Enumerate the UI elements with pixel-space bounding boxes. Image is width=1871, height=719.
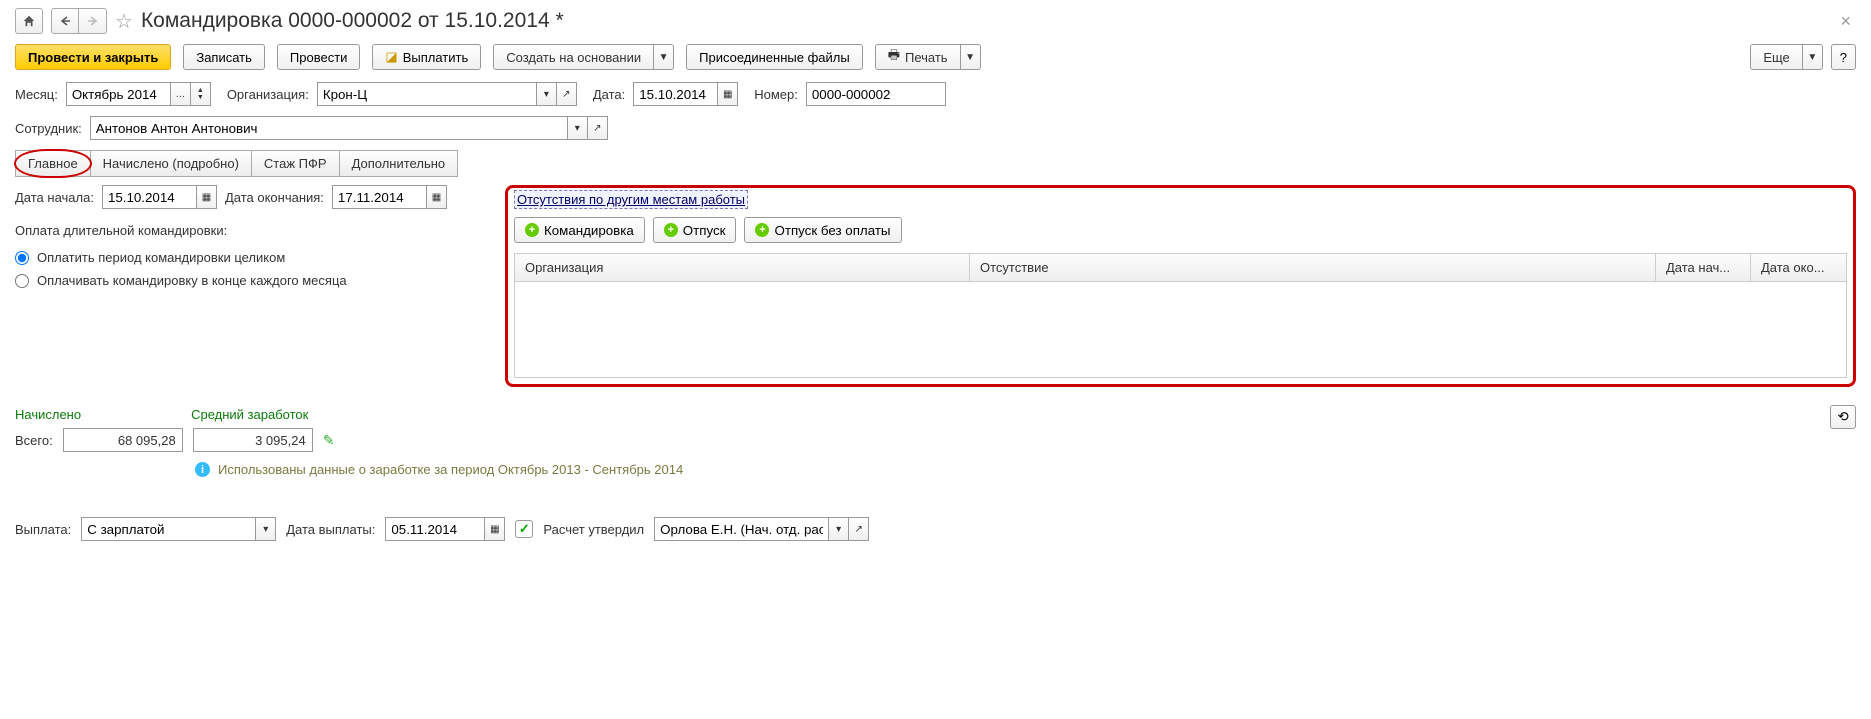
payment-radio-group: Оплатить период командировки целиком Опл…: [15, 250, 490, 288]
open-icon[interactable]: ↗: [588, 116, 608, 140]
table-body[interactable]: [515, 282, 1846, 377]
attachments-button[interactable]: Присоединенные файлы: [686, 44, 863, 70]
other-absences-panel: Отсутствия по другим местам работы + Ком…: [505, 185, 1856, 387]
calendar-icon[interactable]: ▦: [427, 185, 447, 209]
approved-label: Расчет утвердил: [543, 522, 644, 537]
header-row-2: Сотрудник: ▾ ↗: [15, 116, 1856, 140]
col-start: Дата нач...: [1656, 254, 1751, 281]
plus-icon: +: [755, 223, 769, 237]
ellipsis-icon[interactable]: …: [171, 82, 191, 106]
payout-date-label: Дата выплаты:: [286, 522, 375, 537]
date-input[interactable]: [633, 82, 718, 106]
end-date-label: Дата окончания:: [225, 190, 324, 205]
tab-main[interactable]: Главное: [15, 150, 91, 177]
add-vacation-button[interactable]: + Отпуск: [653, 217, 737, 243]
tab-extra[interactable]: Дополнительно: [340, 150, 459, 177]
refresh-icon: ⟲: [1837, 409, 1848, 425]
close-icon[interactable]: ×: [1840, 11, 1856, 32]
pay-icon: ◪: [385, 49, 397, 65]
command-bar: Провести и закрыть Записать Провести ◪ В…: [15, 44, 1856, 70]
month-label: Месяц:: [15, 87, 58, 102]
approver-input[interactable]: [654, 517, 829, 541]
save-button[interactable]: Записать: [183, 44, 265, 70]
tab-pension[interactable]: Стаж ПФР: [252, 150, 340, 177]
employee-label: Сотрудник:: [15, 121, 82, 136]
info-text: Использованы данные о заработке за перио…: [218, 462, 683, 477]
long-trip-label: Оплата длительной командировки:: [15, 223, 490, 238]
spinner-icon[interactable]: ▲▼: [191, 82, 211, 106]
title-bar: ☆ Командировка 0000-000002 от 15.10.2014…: [15, 8, 1856, 34]
tab-bar: Главное Начислено (подробно) Стаж ПФР До…: [15, 150, 1856, 177]
add-trip-button[interactable]: + Командировка: [514, 217, 645, 243]
col-absence: Отсутствие: [970, 254, 1656, 281]
calendar-icon[interactable]: ▦: [718, 82, 738, 106]
header-row-1: Месяц: … ▲▼ Организация: ▾ ↗ Дата: ▦ Ном…: [15, 82, 1856, 106]
radio-pay-whole[interactable]: Оплатить период командировки целиком: [15, 250, 490, 265]
end-date-input[interactable]: [332, 185, 427, 209]
more-button[interactable]: Еще ▼: [1750, 44, 1822, 70]
plus-icon: +: [525, 223, 539, 237]
refresh-button[interactable]: ⟲: [1830, 405, 1856, 429]
avg-value: 3 095,24: [193, 428, 313, 452]
org-input[interactable]: [317, 82, 537, 106]
pay-button[interactable]: ◪ Выплатить: [372, 44, 481, 70]
number-label: Номер:: [754, 87, 798, 102]
home-icon: [22, 14, 36, 28]
open-icon[interactable]: ↗: [557, 82, 577, 106]
date-label: Дата:: [593, 87, 625, 102]
forward-button[interactable]: [79, 8, 107, 34]
approved-checkbox[interactable]: ✓: [515, 520, 533, 538]
total-value: 68 095,28: [63, 428, 183, 452]
printer-icon: 🖶: [888, 46, 900, 68]
add-unpaid-button[interactable]: + Отпуск без оплаты: [744, 217, 901, 243]
back-button[interactable]: [51, 8, 79, 34]
employee-input[interactable]: [90, 116, 568, 140]
col-end: Дата око...: [1751, 254, 1846, 281]
chevron-down-icon[interactable]: ▾: [256, 517, 276, 541]
payout-input[interactable]: [81, 517, 256, 541]
chevron-down-icon[interactable]: ▼: [961, 44, 981, 70]
chevron-down-icon[interactable]: ▾: [568, 116, 588, 140]
col-org: Организация: [515, 254, 970, 281]
start-date-label: Дата начала:: [15, 190, 94, 205]
print-button[interactable]: 🖶 Печать ▼: [875, 44, 981, 70]
arrow-left-icon: [59, 15, 71, 27]
create-based-on-button[interactable]: Создать на основании ▼: [493, 44, 674, 70]
chevron-down-icon[interactable]: ▾: [537, 82, 557, 106]
other-absences-link[interactable]: Отсутствия по другим местам работы: [514, 190, 748, 209]
avg-header: Средний заработок: [191, 407, 308, 422]
number-input[interactable]: [806, 82, 946, 106]
help-button[interactable]: ?: [1831, 44, 1856, 70]
open-icon[interactable]: ↗: [849, 517, 869, 541]
post-and-close-button[interactable]: Провести и закрыть: [15, 44, 171, 70]
start-date-input[interactable]: [102, 185, 197, 209]
plus-icon: +: [664, 223, 678, 237]
home-button[interactable]: [15, 8, 43, 34]
month-input[interactable]: [66, 82, 171, 106]
chevron-down-icon[interactable]: ▼: [654, 44, 674, 70]
accrued-header: Начислено: [15, 407, 81, 422]
absences-table: Организация Отсутствие Дата нач... Дата …: [514, 253, 1847, 378]
radio-pay-monthly[interactable]: Оплачивать командировку в конце каждого …: [15, 273, 490, 288]
star-icon[interactable]: ☆: [115, 9, 133, 34]
chevron-down-icon[interactable]: ▼: [1803, 44, 1823, 70]
post-button[interactable]: Провести: [277, 44, 361, 70]
total-label: Всего:: [15, 433, 53, 448]
info-icon: i: [195, 462, 210, 477]
tab-accrued[interactable]: Начислено (подробно): [91, 150, 252, 177]
payout-date-input[interactable]: [385, 517, 485, 541]
payout-label: Выплата:: [15, 522, 71, 537]
page-title: Командировка 0000-000002 от 15.10.2014 *: [141, 9, 564, 33]
left-column: Дата начала: ▦ Дата окончания: ▦ Оплата …: [15, 185, 490, 296]
pencil-icon[interactable]: ✎: [323, 432, 335, 449]
org-label: Организация:: [227, 87, 309, 102]
arrow-right-icon: [87, 15, 99, 27]
calendar-icon[interactable]: ▦: [197, 185, 217, 209]
bottom-row: Выплата: ▾ Дата выплаты: ▦ ✓ Расчет утве…: [15, 517, 1856, 541]
chevron-down-icon[interactable]: ▾: [829, 517, 849, 541]
calendar-icon[interactable]: ▦: [485, 517, 505, 541]
totals-section: ⟲ Начислено Средний заработок Всего: 68 …: [15, 407, 1856, 477]
